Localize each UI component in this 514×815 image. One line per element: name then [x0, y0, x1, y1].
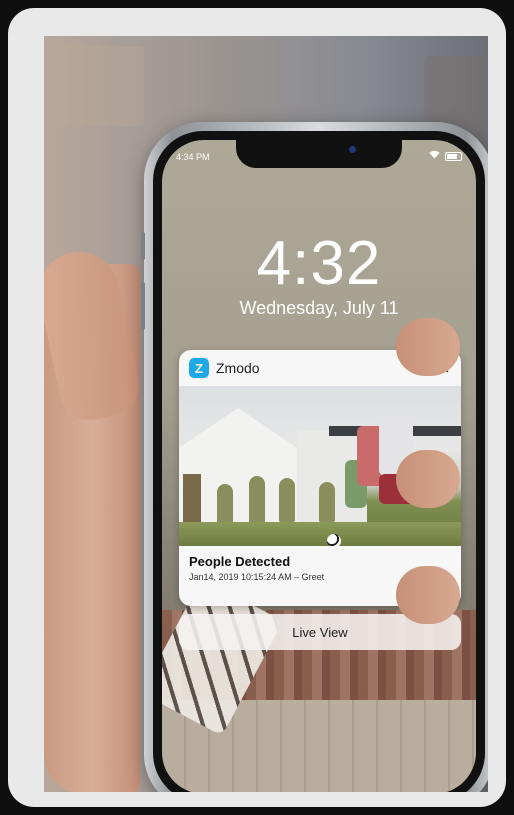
shrub	[319, 482, 335, 522]
shrub	[279, 478, 295, 522]
finger	[396, 450, 460, 508]
house-door	[183, 474, 201, 522]
lawn	[179, 522, 461, 546]
zmodo-app-icon: Z	[189, 358, 209, 378]
hand-holding-phone-photo: 4:34 PM 4:32 Wednesday, July 11 Z Zmodo	[44, 36, 488, 792]
finger	[396, 318, 460, 376]
notification-title: People Detected	[189, 554, 291, 569]
wifi-icon	[429, 150, 440, 162]
status-time: 4:34 PM	[176, 152, 210, 162]
shrub	[249, 476, 265, 524]
notification-app-name: Zmodo	[216, 360, 260, 376]
finger	[396, 566, 460, 624]
lock-clock: 4:32	[256, 229, 382, 298]
status-icons	[429, 150, 462, 162]
shrub	[217, 484, 233, 524]
background-window	[54, 46, 144, 126]
soccer-ball	[327, 534, 341, 546]
camera-dot	[349, 146, 356, 153]
notch	[236, 140, 402, 168]
lock-date: Wednesday, July 11	[239, 298, 399, 318]
volume-button	[141, 282, 145, 330]
battery-icon	[445, 151, 462, 161]
mute-switch	[141, 232, 145, 260]
photo-frame: 4:34 PM 4:32 Wednesday, July 11 Z Zmodo	[8, 8, 506, 807]
